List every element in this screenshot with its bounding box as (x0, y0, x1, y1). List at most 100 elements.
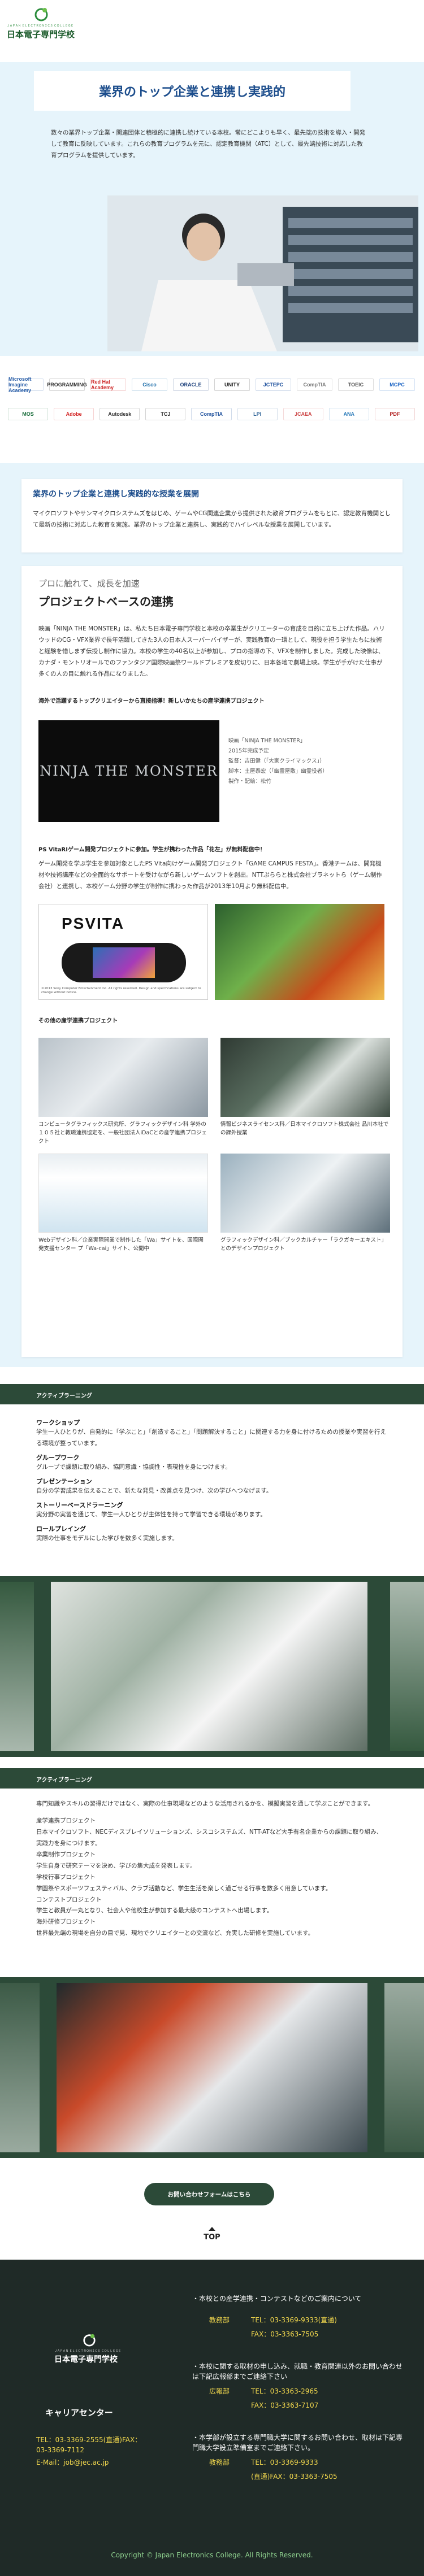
logo-tagline: ＪＡＰＡＮ ＥＬＥＣＴＲＯＮＩＣＳ ＣＯＬＬＥＧＥ (7, 24, 74, 28)
footer-block-value[interactable]: TEL：03-3369-9333 (251, 2457, 318, 2467)
vr-photo-left (0, 1983, 40, 2152)
learning-item: プレゼンテーション 自分の学習成果を伝えることで、新たな発見・改善点を見つけ、次… (36, 1477, 387, 1497)
footer-block-title: ・本学部が設立する専門職大学に関するお問い合わせ、取材は下記専門職大学設立準備室… (192, 2434, 403, 2452)
footer-contact-block: ・本校に関する取材の申し込み、就職・教育関連以外のお問い合わせは下記広報部までご… (192, 2361, 407, 2410)
partner-logo: LPI (237, 408, 278, 420)
footer-block-key: 教務部 (209, 2458, 230, 2466)
partner-logo: Cisco (132, 378, 167, 391)
ps-heading: PS VitaRIゲーム開発プロジェクトに参加。学生が携わった作品「花左」が無料… (38, 846, 266, 853)
partner-logo: TCJ (145, 408, 186, 420)
movie-info-line: 脚本：土屋泰宏（「幽霊屋敷」幽霊役者） (228, 768, 328, 774)
learning-item-desc: 日本マイクロソフト、NECディスプレイソリューションズ、シスコシステムズ、NTT… (36, 1828, 383, 1847)
footer-contact-block: ・本学部が設立する専門職大学に関するお問い合わせ、取材は下記専門職大学設立準備室… (192, 2433, 407, 2481)
learning-item-desc: 学生と教員が一丸となり、社会人や他校生が参加する最大級のコンテストへ出場します。 (36, 1907, 273, 1914)
partner-logo: MCPC (379, 378, 415, 391)
learning-item-desc: 実際の仕事をモデルにした学びを数多く実施します。 (36, 1534, 178, 1542)
other-projects-grid: コンピュータグラフィックス研究所、グラフィックデザイン科 学外の１０５社と教職連… (38, 1037, 390, 1254)
other-project-caption: Webデザイン科／企業実際開業で制作した「Wa」サイトを、国際開発支援センター … (38, 1237, 204, 1252)
career-email[interactable]: E-Mail：job@jec.ac.jp (36, 2457, 109, 2467)
footer-block-key: 教務部 (209, 2316, 230, 2324)
active-learning-label-text: アクティブラーニング (36, 1777, 92, 1783)
header: ＪＡＰＡＮ ＥＬＥＣＴＲＯＮＩＣＳ ＣＯＬＬＥＧＥ 日本電子専門学校 (0, 0, 424, 120)
classroom-photo-left (0, 1582, 34, 1751)
learning-item: 海外研修プロジェクト 世界最先端の現場を自分の目で見、現地でクリエイターとの交流… (36, 1917, 387, 1939)
footer-block-value[interactable]: TEL：03-3363-2965 (251, 2386, 318, 2396)
intro-title: 業界のトップ企業と連携し実践的な授業を展開 (33, 490, 199, 499)
footer-block-key (209, 2471, 237, 2481)
school-logo[interactable]: ＪＡＰＡＮ ＥＬＥＣＴＲＯＮＩＣＳ ＣＯＬＬＥＧＥ 日本電子専門学校 (7, 7, 92, 52)
footer-block-value: FAX：03-3363-7107 (251, 2401, 319, 2409)
project-body: 映画「NINJA THE MONSTER」は、私たち日本電子専門学校と本校の卒業… (38, 625, 385, 677)
other-project-caption: グラフィックデザイン科／ブックカルチャー「ラクガキーエキスト」とのデザインプロジ… (220, 1237, 387, 1252)
cta-section: お問い合わせフォームはこちら TOP (0, 2158, 424, 2260)
learning-item-title: コンテストプロジェクト (36, 1896, 102, 1903)
hero-photo (107, 195, 418, 351)
logo-mark-icon (34, 7, 49, 21)
project-sub-heading: 海外で活躍するトップクリエイターから直接指導！新しいかたちの産学連携プロジェクト (38, 698, 265, 704)
vr-photo-main (57, 1983, 367, 2152)
partner-logo: UNITY (214, 378, 250, 391)
footer-block-key (209, 2400, 237, 2410)
footer-block-title: ・本校との産学連携・コンテストなどのご案内について (192, 2295, 362, 2303)
footer-logo[interactable]: ＪＡＰＡＮ ＥＬＥＣＴＲＯＮＩＣＳ ＣＯＬＬＥＧＥ 日本電子専門学校 (54, 2333, 139, 2367)
footer-block-value[interactable]: TEL：03-3369-9333(直通) (251, 2315, 337, 2325)
partner-logo: CompTIA (297, 378, 332, 391)
footer-block-key (209, 2329, 237, 2339)
learning-item: 卒業制作プロジェクト 学生自身で研究テーマを決め、学びの集大成を発表します。 (36, 1850, 387, 1872)
copyright: Copyright © Japan Electronics College. A… (111, 2551, 313, 2559)
footer-logo-tagline: ＪＡＰＡＮ ＥＬＥＣＴＲＯＮＩＣＳ ＣＯＬＬＥＧＥ (54, 2349, 122, 2353)
learning-item-title: 産学連携プロジェクト (36, 1817, 96, 1824)
hero-title-box: 業界のトップ企業と連携し実践的 (34, 71, 351, 111)
other-project-caption: 情報ビジネスライセンス科／日本マイクロソフト株式会社 品川本社での課外授業 (220, 1121, 389, 1136)
partner-logo: Microsoft Imagine Academy (8, 376, 44, 393)
active-learning-label: アクティブラーニング (0, 1768, 424, 1789)
partner-logo: Adobe (54, 408, 94, 420)
learning-item-desc: 学生自身で研究テーマを決め、学びの集大成を発表します。 (36, 1862, 196, 1869)
learning-item: 産学連携プロジェクト 日本マイクロソフト、NECディスプレイソリューションズ、シ… (36, 1816, 387, 1850)
other-project-item: コンピュータグラフィックス研究所、グラフィックデザイン科 学外の１０５社と教職連… (38, 1037, 208, 1146)
chevron-up-icon (209, 2227, 215, 2231)
learning-item: ワークショップ 学生一人ひとりが、自発的に「学ぶこと」「創造すること」「問題解決… (36, 1418, 387, 1450)
partner-logo: MOS (8, 408, 49, 420)
back-to-top-button[interactable]: TOP (189, 2227, 235, 2249)
learning-item-title: グループワーク (36, 1454, 80, 1461)
partner-logos: Microsoft Imagine Academy PROGRAMMING Red … (0, 373, 424, 435)
career-tel[interactable]: TEL：03-3369-2555(直通)FAX： (36, 2435, 141, 2444)
footer-contact-blocks: ・本校との産学連携・コンテストなどのご案内について 教務部 TEL：03-3369… (192, 2294, 407, 2481)
learning-item-title: 卒業制作プロジェクト (36, 1851, 96, 1858)
learning-item-desc: グループで課題に取り組み、協同意識・協調性・表現性を身につけます。 (36, 1463, 231, 1470)
project-lead: プロに触れて、成長を加速 (38, 578, 140, 589)
contact-form-button-label: お問い合わせフォームはこちら (167, 2191, 251, 2198)
partner-logo: PDF (374, 408, 415, 420)
ps-vita-logo: PSVITA (62, 914, 125, 932)
learning-item-title: ロールプレイング (36, 1525, 86, 1533)
hero-title: 業界のトップ企業と連携し実践的 (98, 85, 285, 99)
learning-item: コンテストプロジェクト 学生と教員が一丸となり、社会人や他校生が参加する最大級の… (36, 1895, 387, 1917)
footer-block-title: ・本校に関する取材の申し込み、就職・教育関連以外のお問い合わせは下記広報部までご… (192, 2362, 403, 2381)
learning-item-desc: 学園祭やスポーツフェスティバル、クラブ活動など、学生生活を楽しく過ごせる行事を数… (36, 1885, 332, 1892)
partner-logo: CompTIA (191, 408, 232, 420)
learning-item-desc: 世界最先端の現場を自分の目で見、現地でクリエイターとの交流など、充実した研修を実… (36, 1930, 314, 1937)
intro-body: マイクロソフトやサンマイクロシステムズをはじめ、ゲームやCG関連企業から提供され… (33, 510, 391, 528)
learning-item: ストーリーベースドラーニング 実分野の実習を通じて、学生一人ひとりが主体性を持っ… (36, 1500, 387, 1521)
movie-info-line: 製作・配給：松竹 (228, 778, 272, 785)
learning-item: ロールプレイング 実際の仕事をモデルにした学びを数多く実施します。 (36, 1524, 387, 1544)
partner-logo: PROGRAMMING (47, 378, 87, 391)
logo-mark-icon (83, 2334, 96, 2347)
partner-logo: TOEIC (338, 378, 374, 391)
hero-body: 数々の業界トップ企業・関連団体と積極的に連携し続けている本校。常にどこよりも早く… (51, 129, 365, 159)
active-learning-intro: 専門知識やスキルの習得だけではなく、実際の仕事現場などのような活用されるかを、模… (36, 1800, 374, 1807)
footer-logo-name: 日本電子専門学校 (54, 2355, 118, 2364)
contact-form-button[interactable]: お問い合わせフォームはこちら (144, 2183, 274, 2205)
learning-item-desc: 自分の学習成果を伝えることで、新たな発見・改善点を見つけ、次の学びへつなげます。 (36, 1487, 272, 1494)
partner-logo: JCAEA (283, 408, 323, 420)
classroom-photo-band (0, 1576, 424, 1757)
partner-logo: Red Hat Academy (90, 378, 126, 391)
career-center-title: キャリアセンター (45, 2408, 113, 2418)
movie-info-line: 2015年完成予定 (228, 747, 269, 754)
vr-photo-right (384, 1983, 424, 2152)
footer-block-key: 広報部 (209, 2387, 230, 2395)
movie-key-visual: NINJA THE MONSTER (38, 720, 219, 822)
other-project-item: 情報ビジネスライセンス科／日本マイクロソフト株式会社 品川本社での課外授業 (220, 1037, 390, 1146)
footer-block-value: (直通)FAX：03-3363-7505 (251, 2473, 338, 2481)
